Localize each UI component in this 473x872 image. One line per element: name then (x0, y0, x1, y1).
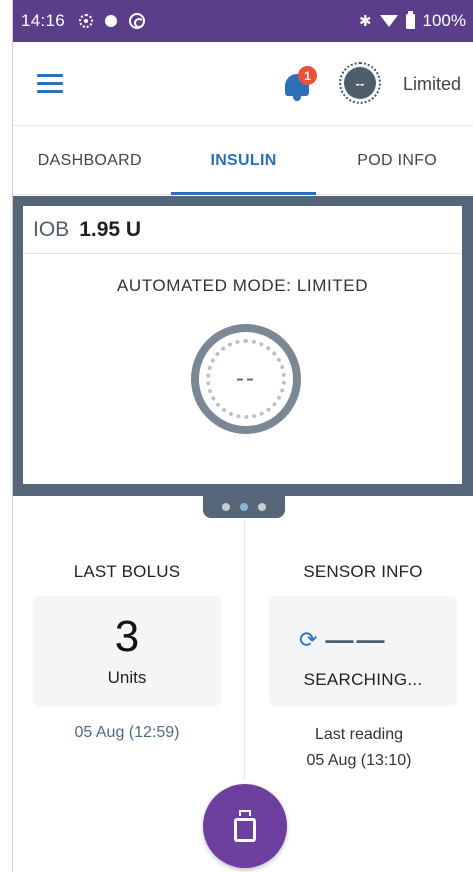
mode-status-text: -- (344, 67, 376, 99)
page-dot-1[interactable] (222, 503, 230, 511)
wifi-icon (379, 15, 398, 27)
sensor-status: SEARCHING... (303, 670, 423, 689)
last-reading-label: Last reading (314, 726, 404, 743)
tab-dashboard[interactable]: DASHBOARD (13, 127, 167, 194)
iob-row: IOB 1.95 U (23, 206, 462, 254)
notification-badge: 1 (298, 66, 317, 85)
last-reading-date: 05 Aug (13:10) (306, 752, 412, 769)
sensor-gauge-value: -- (206, 339, 286, 419)
sensor-gauge-icon: -- (191, 324, 301, 434)
battery-icon (405, 10, 415, 29)
tab-insulin[interactable]: INSULIN (167, 127, 321, 195)
last-bolus-unit: Units (107, 668, 147, 687)
status-bar: 14:16 ✱ 100% (13, 0, 473, 42)
menu-icon[interactable] (37, 74, 63, 94)
last-bolus-box[interactable]: 3 Units (33, 596, 221, 706)
tab-pod-info[interactable]: POD INFO (320, 127, 473, 194)
insulin-card[interactable]: IOB 1.95 U AUTOMATED MODE: LIMITED -- (23, 206, 462, 484)
last-bolus-value: 3 (114, 612, 140, 661)
panel-divider (244, 520, 245, 780)
page-dot-3[interactable] (258, 503, 266, 511)
bluetooth-icon: ✱ (358, 13, 372, 30)
automated-mode-text: AUTOMATED MODE: LIMITED (116, 276, 369, 295)
bolus-button[interactable] (203, 784, 287, 868)
iob-label: IOB (33, 217, 70, 241)
dot-icon (105, 15, 118, 27)
app-screen: 14:16 ✱ 100% 1 -- Limited DASHBOARD INSU… (12, 0, 473, 872)
sensor-value: —— (325, 624, 388, 655)
mode-status-label[interactable]: Limited (403, 74, 461, 95)
insulin-vial-icon (234, 810, 256, 842)
sensor-info-title: SENSOR INFO (303, 562, 423, 581)
mode-status-icon[interactable]: -- (339, 62, 381, 104)
page-indicator (203, 496, 285, 518)
app-bar: 1 -- Limited (13, 42, 473, 126)
status-time: 14:16 (21, 11, 66, 30)
sun-icon (79, 14, 94, 28)
sync-swirl-icon (129, 13, 146, 29)
tab-bar: DASHBOARD INSULIN POD INFO (13, 127, 473, 195)
sensor-info-box[interactable]: ⟳ —— SEARCHING... (269, 596, 457, 706)
iob-value: 1.95 U (79, 217, 142, 241)
last-reading: Last reading 05 Aug (13:10) (259, 722, 459, 774)
battery-percent: 100% (422, 11, 466, 30)
last-bolus-title: LAST BOLUS (73, 562, 181, 581)
insulin-card-frame: IOB 1.95 U AUTOMATED MODE: LIMITED -- (13, 196, 473, 496)
sync-icon: ⟳ (299, 627, 318, 652)
notifications-bell-icon[interactable]: 1 (283, 66, 317, 102)
last-bolus-date: 05 Aug (12:59) (74, 724, 180, 741)
page-dot-2[interactable] (240, 503, 248, 511)
